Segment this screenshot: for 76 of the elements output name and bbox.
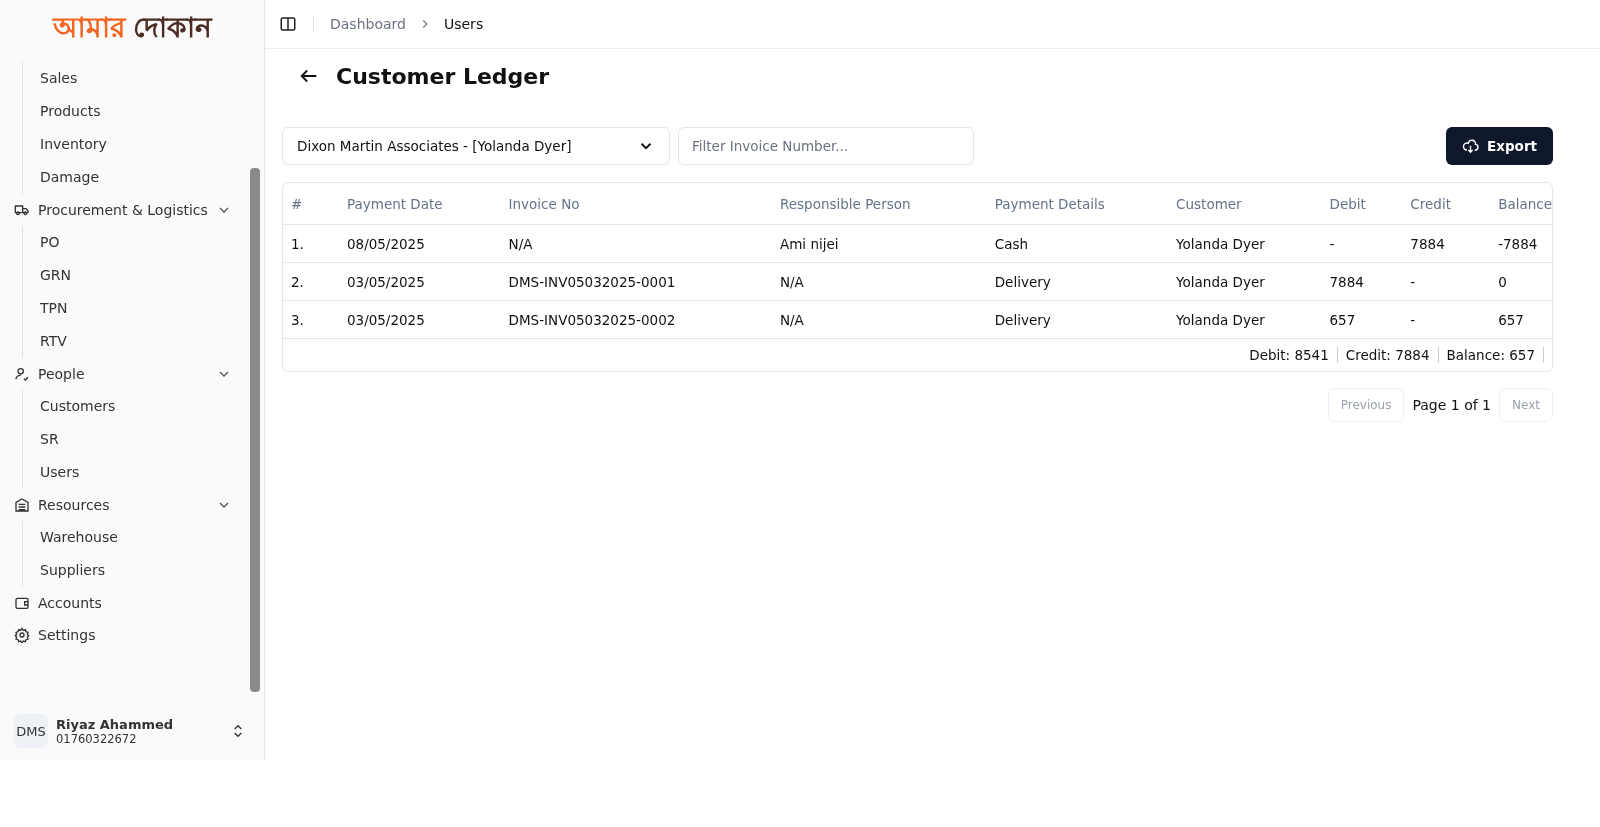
sidebar-group[interactable]: Accounts (14, 587, 250, 619)
sidebar-item[interactable]: Damage (40, 161, 250, 194)
table-cell: Ami nijei (771, 224, 987, 263)
table-cell: N/A (500, 224, 772, 263)
total-label: Debit: 8541 (1241, 347, 1338, 363)
column-header: Customer (1168, 183, 1322, 225)
column-header: Responsible Person (771, 183, 987, 225)
table-cell: 657 (1321, 300, 1403, 339)
customer-select[interactable]: Dixon Martin Associates - [Yolanda Dyer] (282, 127, 670, 165)
invoice-filter-field[interactable]: Filter Invoice Number... (678, 127, 974, 165)
sidebar-item[interactable]: RTV (40, 325, 250, 358)
table-cell: 08/05/2025 (338, 224, 501, 263)
sidebar-group[interactable]: Settings (14, 619, 250, 651)
page-title: Customer Ledger (336, 63, 550, 89)
settings-icon (14, 627, 30, 643)
total-label: Balance: 657 (1438, 347, 1544, 363)
table-cell: 03/05/2025 (338, 300, 501, 339)
total-label: Credit: 7884 (1337, 347, 1439, 363)
column-header: Balance (1490, 183, 1552, 225)
truck-icon (14, 202, 30, 218)
table-cell: 7884 (1321, 262, 1403, 301)
table-cell: N/A (771, 300, 987, 339)
table-cell: 657 (1490, 300, 1552, 339)
user-icon (14, 366, 30, 382)
logo-text: আমার (52, 9, 125, 46)
sidebar-item[interactable]: Inventory (40, 128, 250, 161)
export-button[interactable]: Export (1446, 127, 1553, 165)
sidebar-item[interactable]: PO (40, 226, 250, 259)
wallet-icon (14, 595, 30, 611)
table-cell: N/A (771, 262, 987, 301)
logo-text: দোকান (132, 9, 212, 46)
sidebar-item[interactable]: Warehouse (40, 521, 250, 554)
table-cell: 03/05/2025 (338, 262, 501, 301)
table-cell: - (1402, 300, 1491, 339)
table-cell: Yolanda Dyer (1168, 224, 1322, 263)
avatar: DMS (14, 714, 48, 748)
breadcrumb-item[interactable]: Dashboard (330, 16, 406, 32)
table-cell: DMS-INV05032025-0002 (500, 300, 772, 339)
sidebar-group[interactable]: Resources (14, 489, 250, 521)
table-cell: 3. (283, 300, 339, 339)
sidebar-item[interactable]: Users (40, 456, 250, 489)
table-cell: Delivery (986, 262, 1169, 301)
sidebar-item[interactable]: Suppliers (40, 554, 250, 587)
column-header: # (283, 183, 339, 225)
user-name: Riyaz Ahammed (56, 716, 175, 732)
table-cell: Delivery (986, 300, 1169, 339)
sidebar-item[interactable]: Products (40, 95, 250, 128)
table-cell: 7884 (1402, 224, 1491, 263)
table-cell: DMS-INV05032025-0001 (500, 262, 772, 301)
table-cell: 2. (283, 262, 339, 301)
sidebar-item[interactable]: Customers (40, 390, 250, 423)
table-cell: -7884 (1490, 224, 1552, 263)
sidebar-item[interactable]: GRN (40, 259, 250, 292)
user-phone: 01760322672 (56, 731, 138, 746)
sidebar-toggle-icon[interactable] (279, 15, 297, 33)
column-header: Invoice No (500, 183, 772, 225)
table-cell: Yolanda Dyer (1168, 300, 1322, 339)
table-cell: 0 (1490, 262, 1552, 301)
column-header: Payment Date (338, 183, 501, 225)
column-header: Credit (1402, 183, 1491, 225)
table-cell: - (1402, 262, 1491, 301)
sidebar-item[interactable]: Sales (40, 62, 250, 95)
table-cell: 1. (283, 224, 339, 263)
sidebar-item[interactable]: SR (40, 423, 250, 456)
sidebar-item[interactable]: TPN (40, 292, 250, 325)
breadcrumb-item: Users (443, 16, 484, 32)
table-cell: - (1321, 224, 1403, 263)
cloud-download-icon (1462, 137, 1479, 155)
column-header: Debit (1321, 183, 1403, 225)
sidebar-group[interactable]: Procurement & Logistics (14, 194, 250, 226)
sidebar-group[interactable]: People (14, 358, 250, 390)
table-cell: Cash (986, 224, 1169, 263)
column-header: Payment Details (986, 183, 1169, 225)
page-indicator: Page 1 of 1 (1412, 397, 1492, 413)
warehouse-icon (14, 497, 30, 513)
table-cell: Yolanda Dyer (1168, 262, 1322, 301)
